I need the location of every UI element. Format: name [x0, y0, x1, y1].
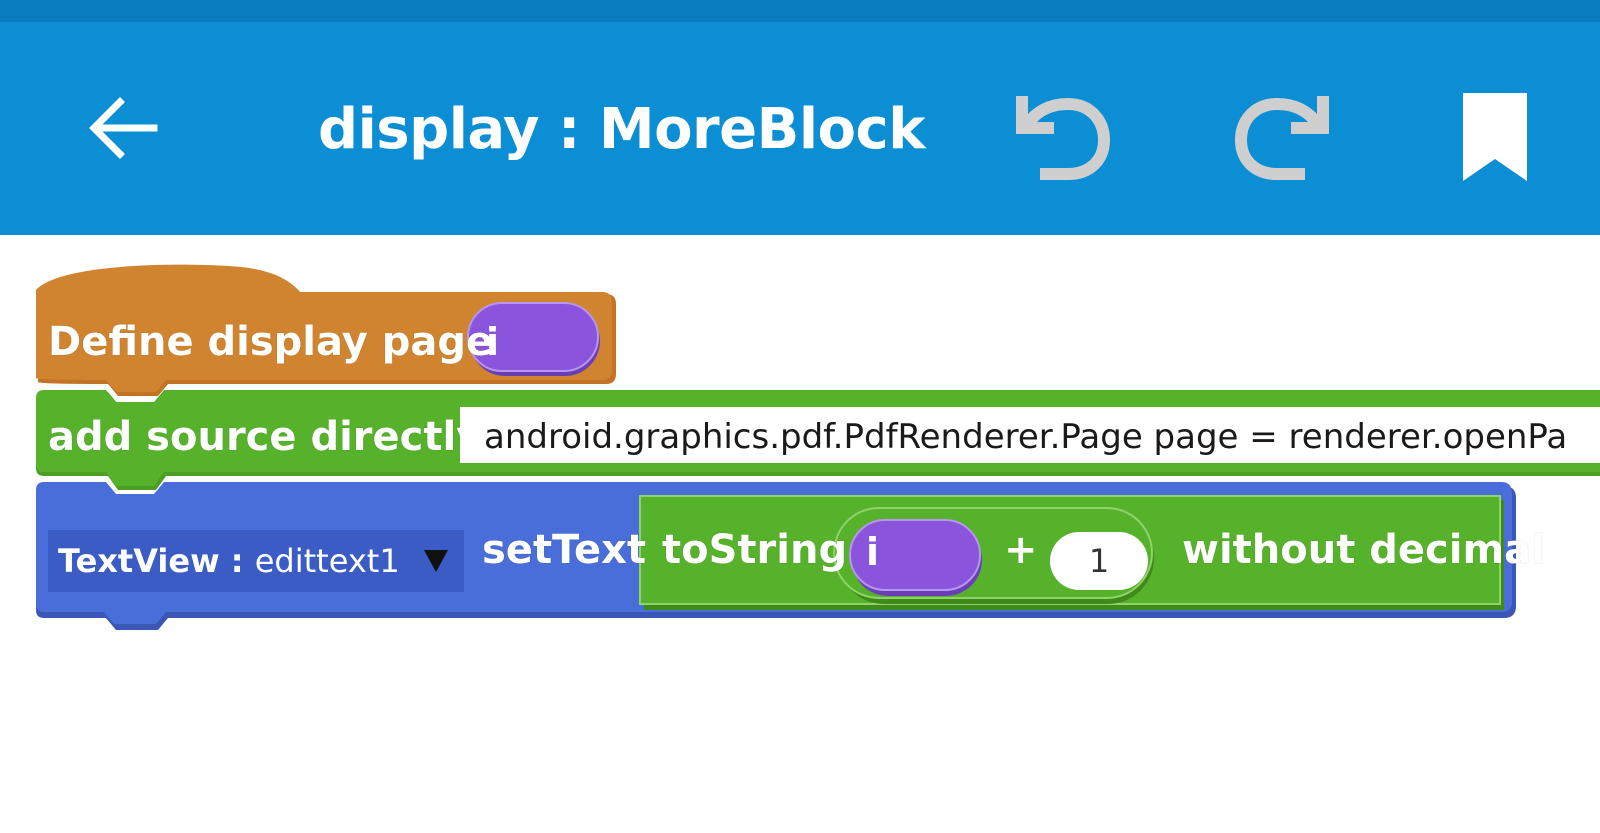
textview-name-label: edittext1: [254, 542, 400, 580]
define-param-label: i: [486, 320, 500, 364]
source-code-value: android.graphics.pdf.PdfRenderer.Page pa…: [484, 417, 1568, 457]
define-block-label: Define display page: [48, 319, 494, 365]
textview-dropdown[interactable]: TextView : edittext1: [48, 530, 464, 592]
number-input[interactable]: 1: [1050, 532, 1148, 590]
settext-label: setText: [482, 527, 647, 573]
plus-operator-label: +: [1004, 527, 1038, 573]
dropdown-arrow-icon[interactable]: [422, 548, 450, 574]
number-input-value: 1: [1088, 542, 1110, 580]
tostring-label: toString: [662, 527, 848, 573]
textview-dropdown-label: TextView : edittext1: [58, 539, 400, 583]
textview-type-label: TextView :: [58, 542, 255, 580]
source-code-field[interactable]: android.graphics.pdf.PdfRenderer.Page pa…: [460, 407, 1600, 463]
settext-param-label: i: [866, 530, 880, 574]
without-decimal-label: without decimal: [1182, 527, 1545, 573]
add-source-label: add source directly: [48, 414, 483, 460]
